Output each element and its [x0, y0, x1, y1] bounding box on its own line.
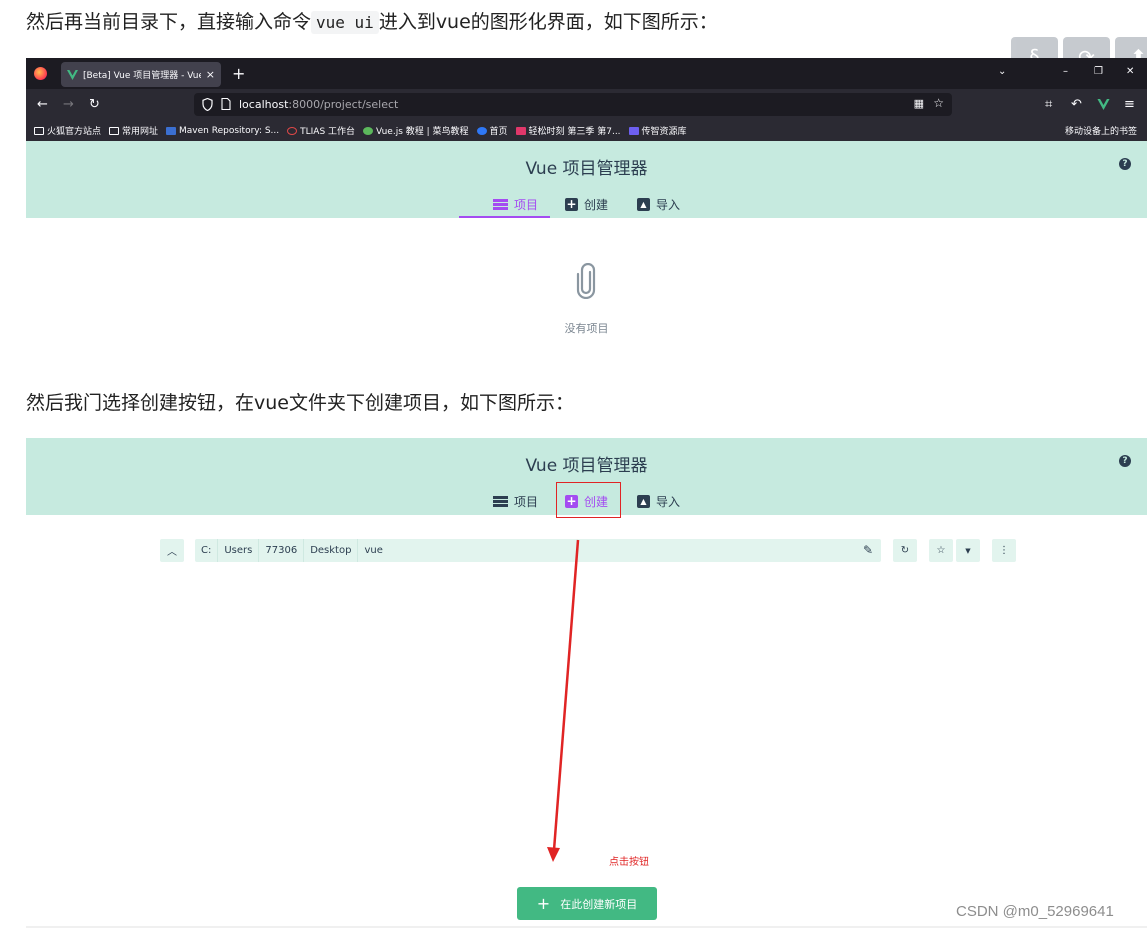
page-title: Vue 项目管理器 [525, 159, 648, 179]
screenshot-create: Vue 项目管理器 ? 项目 + 创建 ▲ 导入 ︿ C: Users 77306 … [26, 438, 1147, 928]
video-icon [515, 126, 526, 135]
bookmark-item[interactable]: 首页 [476, 124, 508, 137]
url-host: localhost [239, 98, 289, 111]
vue-logo-icon [67, 69, 78, 80]
browser-tab[interactable]: [Beta] Vue 项目管理器 - Vue C × [61, 62, 221, 87]
empty-state-text: 没有项目 [564, 322, 609, 335]
vue-devtools-icon[interactable] [1097, 99, 1110, 110]
plus-icon: + [536, 894, 551, 913]
tab-close-icon[interactable]: × [206, 68, 215, 81]
forward-icon[interactable]: → [63, 97, 74, 112]
close-window-icon[interactable]: ✕ [1126, 66, 1134, 77]
bookmark-item[interactable]: Maven Repository: S... [166, 126, 279, 136]
bookmark-item[interactable]: TLIAS 工作台 [287, 124, 355, 137]
create-project-button[interactable]: + 在此创建新项目 [517, 887, 657, 920]
para-text: 进入到vue的图形化界面，如下图所示： [378, 11, 718, 33]
reload-icon[interactable]: ↻ [89, 97, 100, 112]
mobile-bookmarks[interactable]: 移动设备上的书签 [1065, 124, 1137, 137]
tab-title: [Beta] Vue 项目管理器 - Vue C [83, 71, 201, 81]
back-icon[interactable]: ← [37, 97, 48, 112]
bookmark-item[interactable]: Vue.js 教程 | 菜鸟教程 [363, 124, 469, 137]
folder-icon [34, 126, 44, 135]
watermark: CSDN @m0_52969641 [956, 903, 1114, 920]
url-text: localhost:8000/project/select [239, 98, 398, 111]
new-tab-button[interactable]: + [232, 64, 245, 83]
tlias-icon [287, 126, 298, 135]
bookmark-item[interactable]: 轻松时刻 第三季 第7... [515, 124, 621, 137]
annotation-arrow [547, 539, 580, 862]
plus-icon: + [565, 197, 578, 211]
paragraph-create: 然后我门选择创建按钮，在vue文件夹下创建项目，如下图所示： [26, 392, 574, 414]
runoob-icon [363, 126, 374, 135]
vue-ui-header: Vue 项目管理器 ? 项目 + 创建 ▲ 导入 [26, 141, 1147, 218]
menu-icon[interactable]: ≡ [1124, 97, 1135, 112]
tab-create[interactable]: + 创建 [565, 196, 608, 213]
undo-icon[interactable]: ↶ [1071, 97, 1082, 112]
browser-nav-bar: ← → ↻ localhost:8000/project/select ▦ ☆ … [26, 89, 1147, 120]
page-icon [221, 98, 231, 110]
list-icon [493, 199, 508, 210]
para-text: 然后再当前目录下，直接输入命令 [26, 11, 312, 33]
paragraph-intro: 然后再当前目录下，直接输入命令 vue ui 进入到vue的图形化界面，如下图所示： [26, 8, 718, 37]
inline-code: vue ui [311, 11, 379, 34]
screenshot-browser: [Beta] Vue 项目管理器 - Vue C × + ⌄ – ❐ ✕ ← →… [26, 58, 1147, 358]
url-path: :8000/project/select [288, 98, 399, 111]
browser-tab-bar: [Beta] Vue 项目管理器 - Vue C × + ⌄ – ❐ ✕ [26, 58, 1147, 89]
bookmarks-bar: 火狐官方站点 常用网址 Maven Repository: S... TLIAS… [26, 120, 1147, 141]
firefox-icon [34, 67, 47, 80]
baidu-icon [476, 126, 487, 135]
maximize-icon[interactable]: ❐ [1094, 66, 1103, 77]
tab-list-icon[interactable]: ⌄ [998, 66, 1006, 77]
address-bar[interactable]: localhost:8000/project/select ▦ ☆ [194, 93, 952, 116]
tab-import[interactable]: ▲ 导入 [637, 196, 680, 213]
qr-code-icon[interactable]: ▦ [914, 97, 924, 110]
crop-icon[interactable]: ⌗ [1045, 97, 1052, 112]
bookmark-item[interactable]: 传智资源库 [628, 124, 687, 137]
bookmark-item[interactable]: 火狐官方站点 [34, 124, 101, 137]
minimize-icon[interactable]: – [1063, 66, 1068, 77]
folder-icon [109, 126, 120, 135]
resource-icon [628, 126, 639, 135]
star-icon[interactable]: ☆ [933, 96, 944, 110]
bookmark-item[interactable]: 常用网址 [109, 124, 158, 137]
annotation-text: 点击按钮 [609, 857, 649, 868]
shield-icon [202, 98, 213, 111]
paperclip-icon [576, 263, 596, 299]
maven-icon [166, 126, 177, 135]
active-tab-indicator [459, 216, 550, 218]
help-icon[interactable]: ? [1119, 158, 1131, 170]
import-icon: ▲ [637, 198, 650, 211]
tab-projects[interactable]: 项目 [493, 196, 538, 213]
